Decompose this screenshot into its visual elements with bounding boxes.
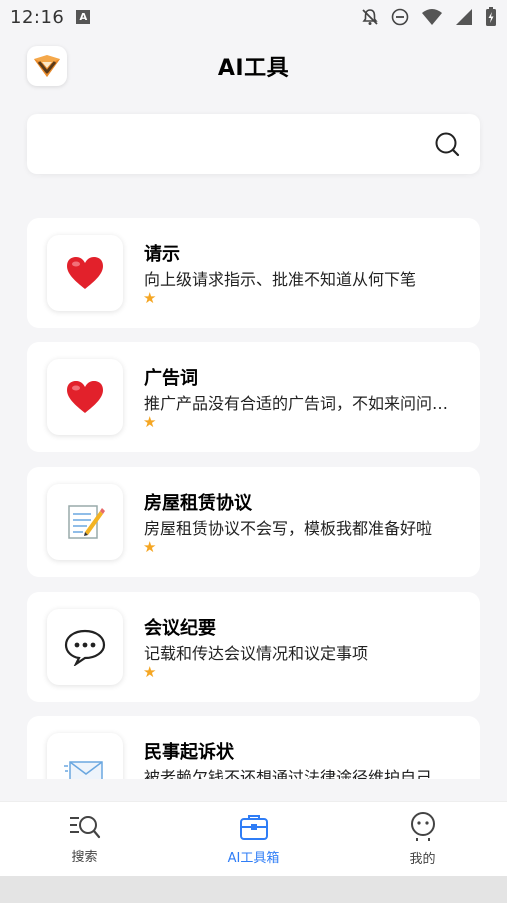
- star-icon: ★: [143, 413, 157, 431]
- tool-card[interactable]: 会议纪要 记载和传达会议情况和议定事项 ★: [27, 592, 480, 702]
- battery-charging-icon: [486, 7, 496, 26]
- header: AI工具: [0, 44, 507, 88]
- tool-description: 被老赖欠钱不还想通过法律途径维护自己的权益: [144, 768, 456, 779]
- nav-profile[interactable]: 我的: [338, 802, 507, 876]
- signal-icon: [456, 9, 472, 25]
- app-logo-button[interactable]: [27, 46, 67, 86]
- tool-title: 请示: [144, 244, 180, 265]
- speech-bubble-icon: [64, 629, 106, 666]
- heart-icon: [67, 381, 103, 413]
- toolbox-icon: [239, 814, 268, 840]
- search-bar[interactable]: [27, 114, 480, 174]
- tool-card[interactable]: 房屋租赁协议 房屋租赁协议不会写，模板我都准备好啦 ★: [27, 467, 480, 577]
- search-icon[interactable]: [434, 131, 460, 157]
- star-icon: ★: [143, 663, 157, 681]
- tool-list[interactable]: 请示 向上级请求指示、批准不知道从何下笔 ★ 广告词 推广产品没有合适的广告词，…: [0, 218, 507, 779]
- tool-icon: [47, 609, 123, 685]
- star-icon: ★: [143, 538, 157, 556]
- nav-search[interactable]: 搜索: [0, 802, 169, 876]
- page-title: AI工具: [217, 56, 290, 81]
- tool-title: 会议纪要: [144, 618, 216, 639]
- tool-title: 民事起诉状: [144, 742, 234, 763]
- profile-icon: [410, 811, 435, 841]
- search-input[interactable]: [43, 114, 423, 174]
- tool-icon: [47, 733, 123, 779]
- star-icon: ★: [143, 289, 157, 307]
- status-bar: 12:16 A: [0, 0, 507, 34]
- wifi-icon: [422, 9, 442, 25]
- tool-icon: [47, 359, 123, 435]
- tool-card[interactable]: 请示 向上级请求指示、批准不知道从何下笔 ★: [27, 218, 480, 328]
- tool-description: 房屋租赁协议不会写，模板我都准备好啦: [144, 519, 433, 538]
- tool-card[interactable]: 民事起诉状 被老赖欠钱不还想通过法律途径维护自己的权益 ★: [27, 716, 480, 779]
- tool-description: 向上级请求指示、批准不知道从何下笔: [144, 270, 417, 289]
- memo-icon: [68, 505, 105, 539]
- heart-icon: [67, 257, 103, 289]
- tool-icon: [47, 235, 123, 311]
- envelope-icon: [64, 761, 103, 779]
- tool-icon: [47, 484, 123, 560]
- app-badge-icon: A: [76, 10, 91, 24]
- notifications-off-icon: [362, 9, 378, 25]
- tool-card[interactable]: 广告词 推广产品没有合适的广告词，不如来问问我吧 ★: [27, 342, 480, 452]
- tool-title: 广告词: [144, 368, 198, 389]
- nav-label: 我的: [409, 851, 436, 867]
- search-list-icon: [69, 815, 100, 838]
- nav-label: 搜索: [71, 849, 98, 865]
- bottom-nav: 搜索 AI工具箱 我的: [0, 801, 507, 876]
- tool-description: 推广产品没有合适的广告词，不如来问问我吧: [144, 394, 456, 413]
- system-nav-bar: [0, 876, 507, 903]
- tool-title: 房屋租赁协议: [144, 493, 252, 514]
- do-not-disturb-icon: [391, 8, 409, 26]
- status-time: 12:16: [10, 6, 65, 28]
- nav-label: AI工具箱: [227, 850, 280, 866]
- status-icons: [361, 7, 497, 27]
- tool-description: 记载和传达会议情况和议定事项: [144, 644, 369, 663]
- fox-logo-icon: [34, 55, 60, 77]
- nav-toolbox[interactable]: AI工具箱: [169, 802, 338, 876]
